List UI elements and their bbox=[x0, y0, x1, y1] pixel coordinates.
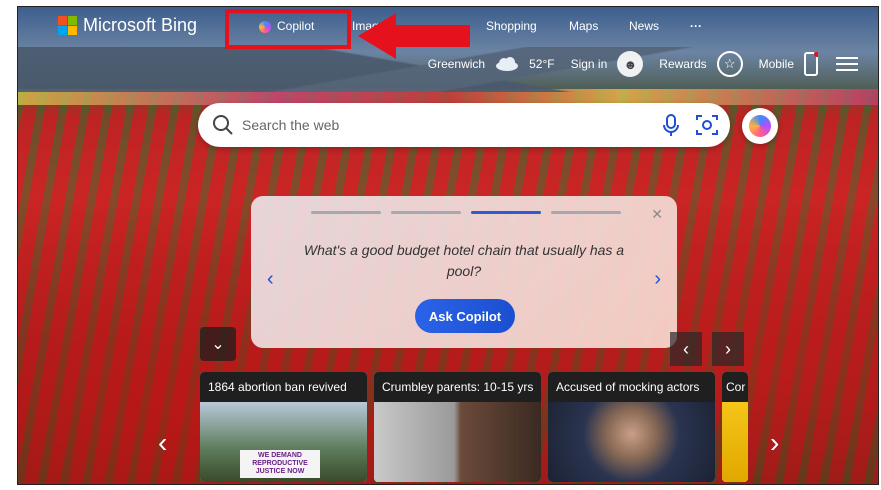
browser-viewport: Microsoft Bing Copilot Imag Shopping Map… bbox=[17, 6, 879, 485]
location-label[interactable]: Greenwich bbox=[428, 57, 485, 71]
news-card[interactable]: Accused of mocking actors bbox=[548, 372, 715, 482]
search-input[interactable]: Search the web bbox=[242, 117, 658, 133]
news-prev-button[interactable]: ‹ bbox=[670, 332, 702, 366]
copilot-prompt-card: ✕ ‹ What's a good budget hotel chain tha… bbox=[251, 196, 677, 348]
news-thumbnail bbox=[374, 402, 541, 482]
mobile-link[interactable]: Mobile bbox=[759, 57, 794, 71]
visual-search-camera-icon[interactable] bbox=[694, 112, 720, 138]
carousel-dot[interactable] bbox=[311, 211, 381, 214]
annotation-highlight-box bbox=[225, 9, 351, 49]
news-card[interactable]: Crumbley parents: 10-15 yrs bbox=[374, 372, 541, 482]
news-card[interactable]: Cor bbox=[722, 372, 748, 482]
mobile-phone-icon[interactable] bbox=[804, 52, 818, 76]
search-icon bbox=[213, 115, 233, 135]
temperature[interactable]: 52°F bbox=[529, 57, 554, 71]
brand-name: Microsoft Bing bbox=[83, 15, 198, 35]
rewards-trophy-icon[interactable]: ☆ bbox=[716, 51, 743, 77]
hamburger-menu-icon[interactable] bbox=[836, 55, 858, 73]
chevron-right-icon[interactable]: › bbox=[654, 268, 661, 291]
top-right-bar: Greenwich 52°F Sign in ☻ Rewards ☆ Mobil… bbox=[428, 49, 878, 79]
news-title: Accused of mocking actors bbox=[548, 372, 715, 402]
search-box[interactable]: Search the web bbox=[198, 103, 730, 147]
carousel-dot[interactable] bbox=[391, 211, 461, 214]
prompt-question: What's a good budget hotel chain that us… bbox=[303, 242, 625, 279]
ask-copilot-button[interactable]: Ask Copilot bbox=[415, 299, 515, 333]
news-thumbnail bbox=[548, 402, 715, 482]
user-avatar-icon[interactable]: ☻ bbox=[617, 51, 644, 77]
scroll-right-icon[interactable]: › bbox=[770, 427, 779, 459]
chevron-down-icon: ⌄ bbox=[211, 336, 225, 353]
copilot-logo-icon bbox=[749, 115, 771, 137]
news-thumbnail bbox=[722, 402, 748, 482]
rewards-link[interactable]: Rewards bbox=[659, 57, 706, 71]
copilot-button[interactable] bbox=[742, 108, 778, 144]
news-title: 1864 abortion ban revived bbox=[200, 372, 367, 402]
protest-sign: WE DEMAND REPRODUCTIVE JUSTICE NOW bbox=[240, 450, 320, 478]
close-icon[interactable]: ✕ bbox=[651, 206, 663, 223]
microphone-icon[interactable] bbox=[658, 112, 684, 138]
nav-maps[interactable]: Maps bbox=[569, 19, 598, 33]
carousel-dot[interactable] bbox=[551, 211, 621, 214]
microsoft-logo-icon bbox=[58, 16, 77, 35]
carousel-dot-active[interactable] bbox=[471, 211, 541, 214]
news-thumbnail: WE DEMAND REPRODUCTIVE JUSTICE NOW bbox=[200, 402, 367, 482]
chevron-left-icon[interactable]: ‹ bbox=[267, 268, 274, 291]
news-title: Crumbley parents: 10-15 yrs bbox=[374, 372, 541, 402]
bing-logo[interactable]: Microsoft Bing bbox=[58, 15, 197, 36]
expand-feed-button[interactable]: ⌄ bbox=[200, 327, 236, 361]
news-next-button[interactable]: › bbox=[712, 332, 744, 366]
scroll-left-icon[interactable]: ‹ bbox=[158, 427, 167, 459]
signin-link[interactable]: Sign in bbox=[571, 57, 608, 71]
chevron-right-icon: › bbox=[725, 338, 731, 359]
news-card[interactable]: 1864 abortion ban revived WE DEMAND REPR… bbox=[200, 372, 367, 482]
news-title: Cor bbox=[722, 372, 748, 402]
chevron-left-icon: ‹ bbox=[683, 338, 689, 359]
nav-more[interactable]: ··· bbox=[690, 19, 702, 33]
news-carousel: 1864 abortion ban revived WE DEMAND REPR… bbox=[200, 372, 748, 482]
nav-shopping[interactable]: Shopping bbox=[486, 19, 537, 33]
carousel-indicator bbox=[311, 211, 621, 214]
cloud-icon bbox=[496, 57, 519, 71]
nav-news[interactable]: News bbox=[629, 19, 659, 33]
